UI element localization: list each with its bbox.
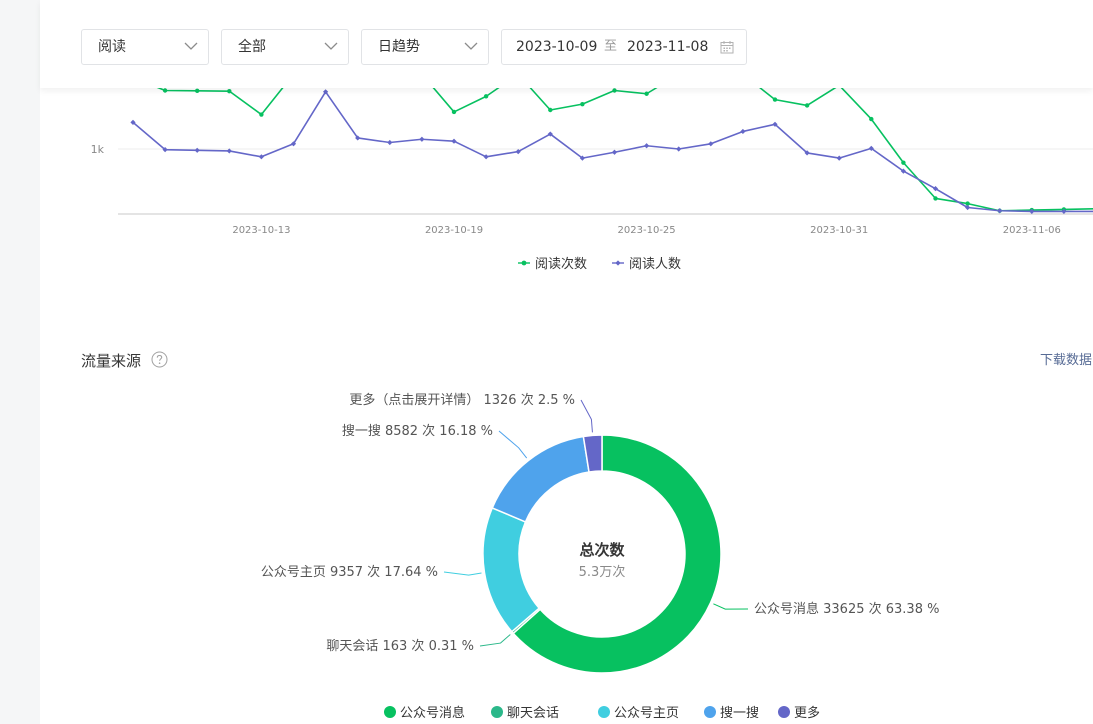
data-point xyxy=(676,146,682,152)
legend-marker xyxy=(615,260,621,266)
question-icon[interactable] xyxy=(151,351,168,368)
donut-slice-4 xyxy=(491,435,590,523)
data-point xyxy=(451,109,457,115)
traffic-source-title: 流量来源 xyxy=(81,352,142,370)
legend-marker xyxy=(704,706,716,718)
x-tick-label: 2023-10-31 xyxy=(810,225,868,236)
x-tick-label: 2023-10-25 xyxy=(618,225,676,236)
chevron-down-icon xyxy=(184,42,198,50)
metric-select[interactable]: 阅读 xyxy=(81,29,209,65)
data-point xyxy=(611,149,618,155)
donut-center-value: 5.3万次 xyxy=(579,564,626,580)
data-point xyxy=(580,101,585,107)
label-leader-line xyxy=(580,399,593,433)
slice-label: 公众号主页 9357 次 17.64 % xyxy=(261,564,438,580)
data-point xyxy=(740,128,746,135)
data-point xyxy=(483,154,489,160)
data-point xyxy=(258,154,264,160)
data-point xyxy=(451,138,457,144)
data-point xyxy=(997,208,1003,214)
trend-select[interactable]: 日趋势 xyxy=(361,29,489,65)
data-point xyxy=(162,88,168,93)
legend-label: 阅读次数 xyxy=(535,256,587,272)
trend-select-value: 日趋势 xyxy=(378,39,420,55)
slice-label: 搜一搜 8582 次 16.18 % xyxy=(342,423,493,439)
traffic-source-donut: 公众号消息 33625 次 63.38 % 聊天会话 163 次 0.31 % 公众… xyxy=(261,392,940,721)
data-point xyxy=(901,160,906,165)
chevron-down-icon xyxy=(464,42,478,50)
legend-label: 聊天会话 xyxy=(507,706,559,721)
legend-marker xyxy=(491,706,503,718)
label-leader-line xyxy=(443,571,482,576)
label-leader-line xyxy=(498,430,528,459)
data-point xyxy=(644,91,649,96)
chevron-down-icon xyxy=(324,42,338,50)
metric-select-value: 阅读 xyxy=(98,39,126,55)
data-point xyxy=(933,196,938,201)
scope-select[interactable]: 全部 xyxy=(221,29,349,65)
date-separator: 至 xyxy=(604,39,618,54)
donut-slice-3 xyxy=(482,506,541,633)
data-point xyxy=(644,143,650,149)
legend-marker xyxy=(521,260,527,266)
legend-marker xyxy=(778,706,790,718)
data-point xyxy=(772,97,778,102)
x-tick-label: 2023-11-06 xyxy=(1003,225,1061,236)
donut-center-title: 总次数 xyxy=(579,541,625,559)
legend-label: 搜一搜 xyxy=(720,706,759,721)
legend-label: 公众号主页 xyxy=(614,706,679,721)
data-point xyxy=(612,88,617,93)
label-leader-line xyxy=(713,603,749,610)
legend-marker xyxy=(598,706,610,718)
data-point xyxy=(259,112,264,117)
x-tick-label: 2023-10-19 xyxy=(425,225,483,236)
slice-label: 公众号消息 33625 次 63.38 % xyxy=(754,601,939,617)
data-point xyxy=(195,88,200,94)
date-start[interactable]: 2023-10-09 xyxy=(516,30,597,64)
slice-label: 聊天会话 163 次 0.31 % xyxy=(326,638,474,654)
legend-label: 阅读人数 xyxy=(629,257,681,272)
data-point xyxy=(708,141,714,147)
data-point xyxy=(804,103,810,108)
legend-label: 更多 xyxy=(794,705,820,721)
data-point xyxy=(869,116,874,122)
filter-toolbar: 阅读 全部 日趋势 2023-10-09 至 2023-11-08 xyxy=(40,0,1093,88)
slice-label: 更多（点击展开详情） 1326 次 2.5 % xyxy=(349,392,575,408)
x-tick-label: 2023-10-13 xyxy=(232,225,290,236)
y-tick-label: 1k xyxy=(91,143,105,156)
data-point xyxy=(483,94,489,99)
legend-label: 公众号消息 xyxy=(400,705,465,721)
date-range-picker[interactable]: 2023-10-09 至 2023-11-08 xyxy=(501,29,747,65)
data-point xyxy=(836,155,842,161)
data-point xyxy=(419,136,425,142)
data-point xyxy=(227,88,232,94)
data-point xyxy=(194,147,200,153)
data-point xyxy=(548,107,553,113)
download-data-link[interactable]: 下载数据 xyxy=(1040,349,1093,368)
legend-marker xyxy=(384,706,396,718)
date-end[interactable]: 2023-11-08 xyxy=(627,30,708,64)
scope-select-value: 全部 xyxy=(238,39,266,55)
calendar-icon xyxy=(720,41,734,54)
main-panel: 阅读 全部 日趋势 2023-10-09 至 2023-11-08 1k 202… xyxy=(40,0,1093,724)
data-point xyxy=(387,139,393,146)
label-leader-line xyxy=(479,634,511,647)
